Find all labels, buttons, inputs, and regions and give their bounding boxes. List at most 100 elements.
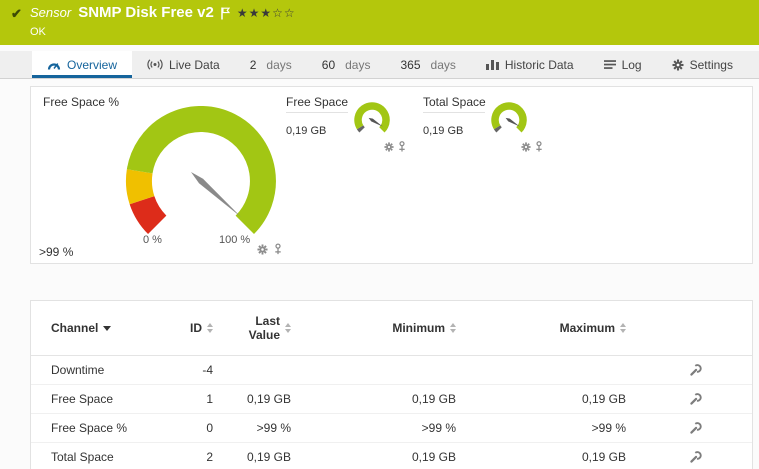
last-value: 0,19 GB (246, 392, 291, 406)
gauge-settings-gear-icon[interactable] (384, 142, 394, 152)
object-kind-label: Sensor (30, 5, 72, 20)
gauge-pin-icon[interactable] (535, 141, 543, 152)
gauge-needle (505, 117, 520, 127)
channel-settings-wrench-icon[interactable] (689, 422, 702, 435)
tab-label: Historic Data (504, 57, 574, 72)
last-value: 0,19 GB (246, 450, 291, 464)
column-label: Last Value (248, 313, 280, 342)
channel-settings-wrench-icon[interactable] (689, 364, 702, 377)
mini-gauge-actions (521, 141, 543, 152)
channel-table-panel: Channel ID Last Value Minimum Maximum Do… (30, 300, 753, 469)
live-data-icon (147, 59, 163, 70)
gauge-icon (47, 59, 61, 71)
gauge-scale-max: 100 % (219, 234, 251, 246)
channel-name: Free Space % (51, 421, 128, 435)
status-check-icon: ✔ (11, 6, 22, 21)
tab-overview[interactable]: Overview (32, 51, 133, 78)
tab-live-data[interactable]: Live Data (132, 51, 235, 78)
channel-settings-wrench-icon[interactable] (689, 393, 702, 406)
mini-gauge-actions (384, 141, 406, 152)
tab-settings[interactable]: Settings (657, 51, 748, 78)
tab-label: Log (621, 57, 642, 72)
historic-data-icon (486, 59, 499, 70)
overview-gauges-panel: Free Space % >99 % 0 % 100 % Free Space … (30, 86, 753, 264)
sensor-status: OK (30, 26, 46, 38)
total-space-gauge (491, 102, 527, 133)
mini-gauge-value: 0,19 GB (286, 125, 327, 137)
tab-60-days[interactable]: 60 days (307, 51, 386, 78)
gauge-arc-start (493, 125, 502, 133)
mini-gauge-free-space: Free Space 0,19 GB (286, 95, 416, 187)
last-value: >99 % (256, 421, 291, 435)
mini-gauge-title: Total Space (423, 95, 486, 109)
minimum-value: 0,19 GB (411, 450, 456, 464)
gauge-arc-start (356, 125, 365, 133)
tab-2-days[interactable]: 2 days (235, 51, 307, 78)
table-row[interactable]: Total Space 2 0,19 GB 0,19 GB 0,19 GB (31, 443, 752, 469)
tab-unit: days (266, 57, 292, 72)
gauge-arc-red (129, 195, 167, 235)
tab-number: 2 (249, 57, 257, 72)
main-gauge-value: >99 % (39, 245, 74, 259)
table-row[interactable]: Free Space % 0 >99 % >99 % >99 % (31, 414, 752, 443)
tab-unit: days (345, 57, 371, 72)
tab-label: Overview (67, 57, 118, 72)
mini-gauge-title: Free Space (286, 95, 349, 109)
maximum-value: >99 % (591, 421, 626, 435)
channel-name: Free Space (51, 392, 114, 406)
flag-icon[interactable] (221, 7, 230, 20)
channel-id: 2 (206, 450, 213, 464)
channel-id: 1 (206, 392, 213, 406)
gauge-pin-icon[interactable] (398, 141, 406, 152)
mini-gauge-value: 0,19 GB (423, 125, 464, 137)
tab-label: Settings (689, 57, 733, 72)
main-gauge-actions (257, 243, 282, 255)
tab-log[interactable]: Log (589, 51, 657, 78)
tab-label: Live Data (169, 57, 220, 72)
gauge-pin-icon[interactable] (274, 243, 282, 255)
gauge-settings-gear-icon[interactable] (257, 244, 268, 255)
channel-settings-wrench-icon[interactable] (689, 451, 702, 464)
tab-historic-data[interactable]: Historic Data (471, 51, 589, 78)
tab-number: 365 (400, 57, 421, 72)
table-header: Channel ID Last Value Minimum Maximum (31, 301, 752, 356)
column-label: ID (190, 321, 202, 335)
tab-bar: Overview Live Data 2 days 60 days 365 da… (0, 51, 759, 79)
maximum-value: 0,19 GB (581, 392, 626, 406)
divider (286, 112, 348, 113)
gear-icon (672, 59, 684, 71)
tab-number: 60 (321, 57, 336, 72)
channel-id: 0 (206, 421, 213, 435)
gauge-settings-gear-icon[interactable] (521, 142, 531, 152)
sort-arrows-icon (620, 323, 626, 333)
divider (423, 112, 485, 113)
priority-stars[interactable]: ★★★☆☆ (237, 6, 296, 20)
maximum-value: 0,19 GB (581, 450, 626, 464)
gauge-scale-min: 0 % (143, 234, 162, 246)
page-title: SNMP Disk Free v2 (78, 4, 214, 21)
column-label: Maximum (559, 321, 615, 335)
column-header-id[interactable]: ID (161, 321, 213, 335)
column-header-last-value[interactable]: Last Value (213, 314, 291, 343)
gauge-needle (368, 117, 383, 127)
channel-name: Total Space (51, 450, 114, 464)
table-row[interactable]: Downtime -4 (31, 356, 752, 385)
table-row[interactable]: Free Space 1 0,19 GB 0,19 GB 0,19 GB (31, 385, 752, 414)
log-icon (604, 59, 616, 70)
column-header-maximum[interactable]: Maximum (456, 321, 626, 335)
channel-id: -4 (202, 363, 213, 377)
minimum-value: 0,19 GB (411, 392, 456, 406)
tab-365-days[interactable]: 365 days (385, 51, 470, 78)
free-space-gauge (354, 102, 390, 133)
column-label: Channel (51, 321, 99, 335)
channel-name: Downtime (51, 363, 105, 377)
minimum-value: >99 % (421, 421, 456, 435)
gauge-arc-yellow (125, 169, 155, 205)
prtg-sensor-page: ✔ Sensor SNMP Disk Free v2 ★★★☆☆ OK Over… (0, 0, 759, 469)
tab-unit: days (430, 57, 456, 72)
column-label: Minimum (392, 321, 445, 335)
sensor-title-row: Sensor SNMP Disk Free v2 ★★★☆☆ (30, 4, 296, 21)
sort-caret-icon (103, 325, 112, 331)
column-header-minimum[interactable]: Minimum (291, 321, 456, 335)
column-header-channel[interactable]: Channel (51, 321, 161, 335)
